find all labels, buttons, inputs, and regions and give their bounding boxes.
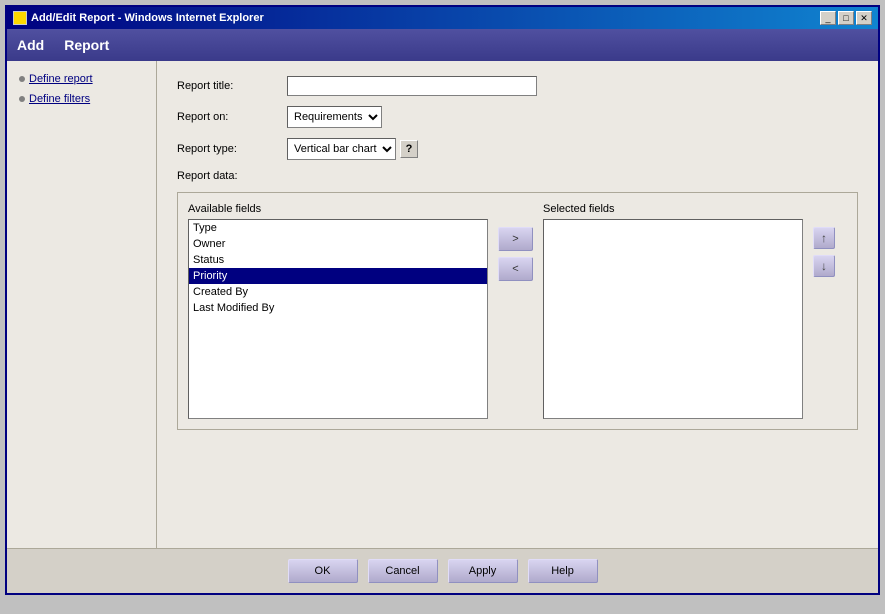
report-on-control: Requirements bbox=[287, 106, 382, 128]
title-bar: Add/Edit Report - Windows Internet Explo… bbox=[7, 7, 878, 29]
order-buttons: ↑ ↓ bbox=[813, 203, 835, 277]
bullet-icon bbox=[19, 96, 25, 102]
report-title-row: Report title: bbox=[177, 76, 858, 96]
report-type-row: Report type: Vertical bar chart ? bbox=[177, 138, 858, 160]
report-type-label: Report type: bbox=[177, 143, 287, 155]
window-title: Add/Edit Report - Windows Internet Explo… bbox=[31, 12, 264, 24]
minimize-button[interactable]: _ bbox=[820, 11, 836, 25]
sidebar-item-label: Define filters bbox=[29, 93, 90, 105]
sidebar-item-define-filters[interactable]: Define filters bbox=[15, 91, 148, 107]
list-item-selected[interactable]: Priority bbox=[189, 268, 487, 284]
remove-field-button[interactable]: < bbox=[498, 257, 533, 281]
menu-bar: Add Report bbox=[7, 29, 878, 61]
content-area: Define report Define filters Report titl… bbox=[7, 61, 878, 548]
report-title-input[interactable] bbox=[287, 76, 537, 96]
list-item[interactable]: Created By bbox=[189, 284, 487, 300]
report-data-row: Report data: bbox=[177, 170, 858, 182]
list-item[interactable]: Last Modified By bbox=[189, 300, 487, 316]
fields-section: Available fields Type Owner Status Prior… bbox=[177, 192, 858, 430]
move-down-button[interactable]: ↓ bbox=[813, 255, 835, 277]
report-type-control: Vertical bar chart ? bbox=[287, 138, 418, 160]
cancel-button[interactable]: Cancel bbox=[368, 559, 438, 583]
transfer-buttons: > < bbox=[498, 203, 533, 281]
fields-container: Available fields Type Owner Status Prior… bbox=[188, 203, 847, 419]
bottom-bar: OK Cancel Apply Help bbox=[7, 548, 878, 593]
report-on-label: Report on: bbox=[177, 111, 287, 123]
main-panel: Report title: Report on: Requirements Re… bbox=[157, 61, 878, 548]
add-field-button[interactable]: > bbox=[498, 227, 533, 251]
report-type-select[interactable]: Vertical bar chart bbox=[287, 138, 396, 160]
help-icon-button[interactable]: ? bbox=[400, 140, 418, 158]
close-button[interactable]: ✕ bbox=[856, 11, 872, 25]
list-item[interactable]: Type bbox=[189, 220, 487, 236]
report-on-row: Report on: Requirements bbox=[177, 106, 858, 128]
sidebar-item-label: Define report bbox=[29, 73, 93, 85]
available-fields-label: Available fields bbox=[188, 203, 488, 215]
bullet-icon bbox=[19, 76, 25, 82]
move-up-button[interactable]: ↑ bbox=[813, 227, 835, 249]
main-window: Add/Edit Report - Windows Internet Explo… bbox=[5, 5, 880, 595]
sidebar-item-define-report[interactable]: Define report bbox=[15, 71, 148, 87]
title-bar-controls: _ □ ✕ bbox=[820, 11, 872, 25]
available-fields-list[interactable]: Type Owner Status Priority Created By La… bbox=[188, 219, 488, 419]
report-data-label: Report data: bbox=[177, 170, 287, 182]
report-on-select[interactable]: Requirements bbox=[287, 106, 382, 128]
menu-report[interactable]: Report bbox=[64, 37, 109, 53]
list-item[interactable]: Owner bbox=[189, 236, 487, 252]
list-item[interactable]: Status bbox=[189, 252, 487, 268]
apply-button[interactable]: Apply bbox=[448, 559, 518, 583]
ok-button[interactable]: OK bbox=[288, 559, 358, 583]
selected-fields-list[interactable] bbox=[543, 219, 803, 419]
title-bar-text: Add/Edit Report - Windows Internet Explo… bbox=[13, 11, 264, 25]
selected-fields-label: Selected fields bbox=[543, 203, 803, 215]
help-button[interactable]: Help bbox=[528, 559, 598, 583]
menu-add[interactable]: Add bbox=[17, 37, 44, 53]
report-title-label: Report title: bbox=[177, 80, 287, 92]
app-icon bbox=[13, 11, 27, 25]
available-fields-box: Available fields Type Owner Status Prior… bbox=[188, 203, 488, 419]
maximize-button[interactable]: □ bbox=[838, 11, 854, 25]
sidebar: Define report Define filters bbox=[7, 61, 157, 548]
selected-fields-box: Selected fields bbox=[543, 203, 803, 419]
